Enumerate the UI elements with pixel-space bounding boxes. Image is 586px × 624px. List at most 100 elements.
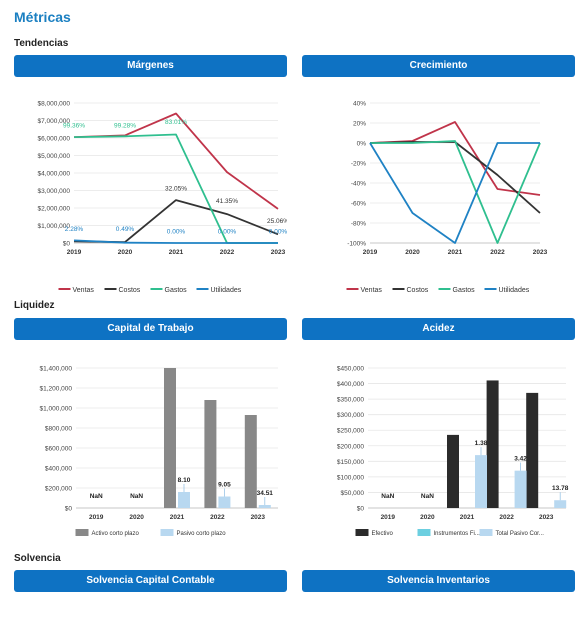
bar-activo bbox=[164, 368, 176, 508]
y-tick-label: 0% bbox=[357, 141, 367, 148]
data-label: NaN bbox=[421, 493, 434, 500]
y-tick-label: $1,200,000 bbox=[39, 386, 72, 393]
bar-activo bbox=[204, 400, 217, 508]
y-tick-label: -100% bbox=[347, 241, 366, 248]
legend-swatch bbox=[479, 529, 493, 536]
bar-pasivo bbox=[178, 492, 190, 508]
crecimiento-chart: -100% -80% -60% -40% -20% 0% 20% 40% 2019 2020 202… bbox=[346, 101, 548, 294]
data-label: 2.28% bbox=[65, 226, 84, 233]
series-line-utilidades bbox=[73, 239, 278, 244]
bar-efectivo bbox=[447, 434, 459, 508]
x-tick-label: 2021 bbox=[170, 514, 185, 521]
y-tick-label: $2,000,000 bbox=[37, 206, 70, 213]
x-tick-label: 2020 bbox=[420, 514, 435, 521]
y-tick-label: $50,000 bbox=[341, 490, 365, 497]
crecimiento-header[interactable]: Crecimiento bbox=[302, 55, 575, 77]
y-tick-label: $400,000 bbox=[45, 466, 72, 473]
data-label: 0.49% bbox=[116, 226, 135, 233]
y-tick-label: $600,000 bbox=[45, 446, 72, 453]
data-label: 0.00% bbox=[167, 228, 186, 235]
series-line-utilidades bbox=[369, 142, 540, 244]
data-label: 99.28% bbox=[114, 123, 136, 130]
bar-pasivo bbox=[258, 505, 271, 508]
legend-swatch bbox=[355, 529, 369, 536]
data-label: 9.05 bbox=[218, 482, 231, 489]
section-liquidez: Liquidez bbox=[14, 300, 55, 311]
legend-swatch bbox=[75, 529, 89, 536]
y-tick-label: -40% bbox=[351, 181, 366, 188]
data-label: 13.78 bbox=[552, 485, 569, 492]
x-tick-label: 2023 bbox=[271, 249, 286, 256]
x-tick-label: 2022 bbox=[210, 514, 225, 521]
y-tick-label: 40% bbox=[353, 101, 366, 108]
y-tick-label: $3,000,000 bbox=[37, 188, 70, 195]
y-tick-label: $8,000,000 bbox=[37, 101, 70, 108]
y-tick-label: -20% bbox=[351, 161, 366, 168]
bar-pasivo bbox=[218, 496, 231, 508]
legend-label: Gastos bbox=[453, 287, 476, 294]
x-tick-label: 2022 bbox=[490, 249, 505, 256]
x-tick-label: 2021 bbox=[448, 249, 463, 256]
x-tick-label: 2023 bbox=[251, 514, 266, 521]
x-tick-label: 2023 bbox=[533, 249, 548, 256]
y-tick-label: $100,000 bbox=[337, 474, 364, 481]
x-tick-label: 2020 bbox=[405, 249, 420, 256]
x-tick-label: 2020 bbox=[118, 249, 133, 256]
x-tick-label: 2019 bbox=[381, 514, 396, 521]
data-label: NaN bbox=[90, 493, 103, 500]
page-title: Métricas bbox=[14, 9, 71, 25]
margenes-header[interactable]: Márgenes bbox=[14, 55, 287, 77]
bar-efectivo bbox=[486, 380, 499, 508]
legend-label: Utilidades bbox=[499, 287, 530, 294]
legend-label: Efectivo bbox=[372, 531, 394, 537]
legend-label: Instrumentos Fi... bbox=[434, 531, 481, 537]
solvencia-capital-header[interactable]: Solvencia Capital Contable bbox=[14, 570, 287, 592]
legend-label: Ventas bbox=[361, 287, 383, 294]
legend-label: Ventas bbox=[73, 287, 95, 294]
acidez-header[interactable]: Acidez bbox=[302, 318, 575, 340]
x-tick-label: 2023 bbox=[539, 514, 554, 521]
y-tick-label: $0 bbox=[63, 241, 71, 248]
legend-swatch bbox=[160, 529, 174, 536]
capital-trabajo-header[interactable]: Capital de Trabajo bbox=[14, 318, 287, 340]
y-tick-label: $300,000 bbox=[337, 412, 364, 419]
data-label: 8.10 bbox=[178, 477, 191, 484]
y-tick-label: -60% bbox=[351, 201, 366, 208]
data-label: 32.05% bbox=[165, 186, 187, 193]
series-line-costos bbox=[73, 199, 279, 244]
bar-total bbox=[475, 455, 487, 508]
x-tick-label: 2019 bbox=[363, 249, 378, 256]
solvencia-inventarios-header[interactable]: Solvencia Inventarios bbox=[302, 570, 575, 592]
y-tick-label: $6,000,000 bbox=[37, 136, 70, 143]
data-label: 3.42 bbox=[514, 456, 527, 463]
y-tick-label: $150,000 bbox=[337, 459, 364, 466]
data-label: 1.38 bbox=[475, 440, 488, 447]
acidez-chart: $0 $50,000 $100,000 $150,000 $200,000 $250,00… bbox=[337, 366, 569, 538]
y-tick-label: $1,400,000 bbox=[39, 366, 72, 373]
data-label: 99.36% bbox=[63, 123, 85, 130]
legend-swatch bbox=[417, 529, 431, 536]
bar-total bbox=[554, 500, 567, 508]
x-tick-label: 2022 bbox=[499, 514, 514, 521]
data-label: 0.00% bbox=[218, 228, 237, 235]
data-label: 0.00% bbox=[269, 228, 287, 235]
x-tick-label: 2021 bbox=[169, 249, 184, 256]
y-tick-label: $200,000 bbox=[337, 443, 364, 450]
section-tendencias: Tendencias bbox=[14, 38, 69, 49]
y-tick-label: $1,000,000 bbox=[39, 406, 72, 413]
y-tick-label: $250,000 bbox=[337, 428, 364, 435]
y-tick-label: $4,000,000 bbox=[37, 171, 70, 178]
x-tick-label: 2019 bbox=[67, 249, 82, 256]
section-solvencia: Solvencia bbox=[14, 553, 61, 564]
data-label: 41.35% bbox=[216, 198, 238, 205]
bar-total bbox=[514, 470, 527, 508]
y-tick-label: -80% bbox=[351, 221, 366, 228]
x-tick-label: 2020 bbox=[129, 514, 144, 521]
legend-label: Pasivo corto plazo bbox=[177, 531, 227, 537]
margenes-chart: $0$1,000,000$2,000,000$3,000,000$4,000,0… bbox=[37, 101, 287, 295]
data-label: NaN bbox=[130, 493, 143, 500]
y-tick-label: $0 bbox=[357, 506, 365, 513]
y-tick-label: $450,000 bbox=[337, 366, 364, 373]
y-tick-label: $350,000 bbox=[337, 397, 364, 404]
y-tick-label: $800,000 bbox=[45, 426, 72, 433]
